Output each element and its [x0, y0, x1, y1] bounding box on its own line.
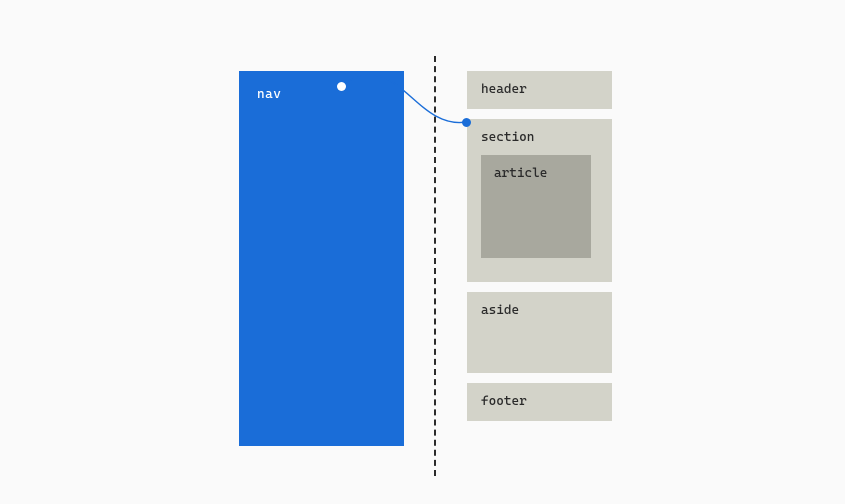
connector-curve-icon — [0, 0, 845, 504]
section-label: section — [481, 130, 534, 145]
aside-label: aside — [481, 303, 519, 318]
path-end-dot-icon — [462, 118, 471, 127]
nav-label: nav — [257, 87, 281, 102]
right-column: header section article aside footer — [467, 71, 612, 431]
header-label: header — [481, 82, 527, 97]
aside-block: aside — [467, 292, 612, 373]
section-block: section article — [467, 119, 612, 282]
vertical-divider — [434, 56, 436, 476]
article-block: article — [481, 155, 591, 258]
footer-label: footer — [481, 394, 527, 409]
path-start-dot-icon — [337, 82, 346, 91]
nav-block: nav — [239, 71, 404, 446]
footer-block: footer — [467, 383, 612, 421]
layout-diagram: nav header section article aside footer — [0, 0, 845, 504]
header-block: header — [467, 71, 612, 109]
article-label: article — [494, 166, 547, 181]
